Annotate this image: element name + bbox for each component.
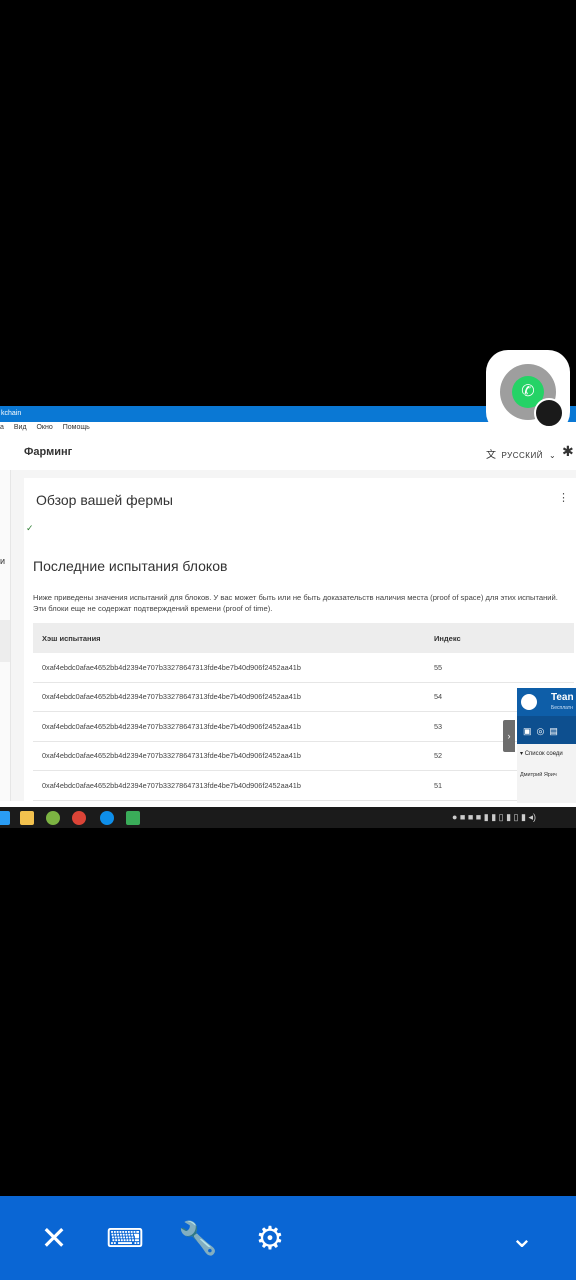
table-row[interactable]: 0xaf4ebdc0afae4652bb4d2394e707b332786473… (33, 653, 574, 683)
teamviewer-actions: ▣◎▤ (517, 716, 576, 744)
connection-list-text: Список соеди (524, 751, 563, 757)
menu-item-help[interactable]: Помощь (63, 424, 90, 431)
teamviewer-logo-icon (521, 694, 537, 710)
window-title: kchain (1, 410, 22, 417)
connection-user[interactable]: Дмитрий Ярич (520, 772, 557, 778)
overview-title: Обзор вашей фермы (36, 492, 173, 508)
column-header-index[interactable]: Индекс (434, 634, 574, 643)
remote-desktop-view[interactable]: kchain а Вид Окно Помощь Фарминг 文 РУССКИ… (0, 406, 576, 828)
teamviewer-panel[interactable]: › Tean Бесплатн ▣◎▤ ▾ Список соеди Дмитр… (503, 688, 576, 803)
connection-list-label[interactable]: ▾ Список соеди (520, 750, 563, 757)
app-header: Фарминг 文 РУССКИЙ ⌄ ✱ (0, 434, 576, 471)
sidebar-selected-item[interactable] (0, 620, 10, 662)
hash-cell: 0xaf4ebdc0afae4652bb4d2394e707b332786473… (42, 780, 301, 790)
table-row[interactable]: 0xaf4ebdc0afae4652bb4d2394e707b332786473… (33, 683, 574, 712)
menu-item-window[interactable]: Окно (36, 424, 52, 431)
hash-cell: 0xaf4ebdc0afae4652bb4d2394e707b332786473… (42, 721, 301, 731)
utorrent-icon[interactable] (46, 811, 60, 825)
file-explorer-icon[interactable] (20, 811, 34, 825)
language-selector[interactable]: 文 РУССКИЙ ⌄ (486, 446, 556, 461)
chevron-down-icon: ⌄ (548, 451, 557, 460)
sidebar-item-label: и (0, 556, 6, 566)
teamviewer-icon[interactable] (100, 811, 114, 825)
bottom-toolbar: ✕ ⌨ 🔧 ⚙ ⌄ (0, 1196, 576, 1280)
contact-avatar (534, 398, 564, 428)
table-row[interactable]: 0xaf4ebdc0afae4652bb4d2394e707b332786473… (33, 771, 574, 801)
wrench-icon[interactable]: 🔧 (176, 1216, 220, 1260)
table-header: Хэш испытания Индекс (33, 623, 574, 653)
check-icon: ✓ (26, 523, 34, 533)
chrome-icon[interactable] (72, 811, 86, 825)
menu-item-0[interactable]: а (0, 424, 4, 431)
chia-icon[interactable] (126, 811, 140, 825)
hash-cell: 0xaf4ebdc0afae4652bb4d2394e707b332786473… (42, 662, 301, 672)
keyboard-icon[interactable]: ⌨ (103, 1216, 147, 1260)
more-options-icon[interactable]: ⋮ (558, 491, 569, 504)
windows-taskbar: ● ■ ■ ■ ▮ ▮ ▯ ▮ ▯ ▮ ◂) (0, 807, 576, 828)
start-icon[interactable] (0, 811, 10, 825)
whatsapp-bubble[interactable]: ✆ (486, 350, 570, 434)
language-label: РУССКИЙ (501, 451, 543, 460)
table-row[interactable]: 0xaf4ebdc0afae4652bb4d2394e707b332786473… (33, 742, 574, 771)
page-title: Фарминг (24, 446, 73, 458)
section-title: Последние испытания блоков (33, 558, 228, 574)
teamviewer-subtitle: Бесплатн (551, 705, 573, 711)
section-description: Ниже приведены значения испытаний для бл… (33, 593, 558, 613)
hash-cell: 0xaf4ebdc0afae4652bb4d2394e707b332786473… (42, 751, 301, 761)
teamviewer-name: Tean (551, 692, 574, 703)
table-row[interactable]: 0xaf4ebdc0afae4652bb4d2394e707b332786473… (33, 712, 574, 742)
index-cell: 55 (434, 662, 443, 672)
teamviewer-header: Tean Бесплатн (517, 688, 576, 716)
translate-icon: 文 (486, 450, 497, 461)
chevron-down-icon[interactable]: ⌄ (500, 1216, 544, 1260)
system-tray-icons[interactable]: ● ■ ■ ■ ▮ ▮ ▯ ▮ ▯ ▮ ◂) (452, 812, 536, 823)
close-icon[interactable]: ✕ (32, 1216, 76, 1260)
settings-icon[interactable]: ✱ (562, 443, 574, 460)
menu-item-view[interactable]: Вид (14, 424, 27, 431)
challenges-table: Хэш испытания Индекс 0xaf4ebdc0afae4652b… (33, 623, 574, 801)
panel-toggle-arrow-icon[interactable]: › (503, 720, 515, 752)
hash-cell: 0xaf4ebdc0afae4652bb4d2394e707b332786473… (42, 692, 301, 702)
settings-icon[interactable]: ⚙ (248, 1216, 292, 1260)
column-header-hash[interactable]: Хэш испытания (33, 634, 434, 643)
teamviewer-action-icons[interactable]: ▣◎▤ (523, 726, 563, 737)
